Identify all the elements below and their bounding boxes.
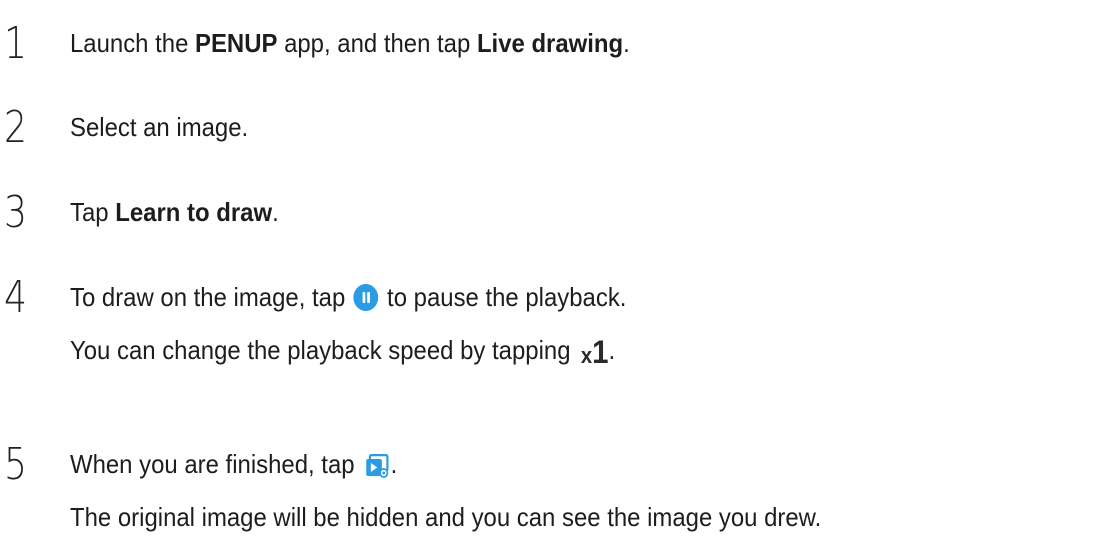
step-note: You can change the playback speed by tap…: [70, 334, 616, 370]
step-text: When you are finished, tap .: [70, 449, 398, 479]
step-number: 3: [4, 187, 27, 238]
playback-speed-x1-icon: x1: [580, 334, 609, 370]
menu-item-name: Live drawing: [476, 28, 624, 58]
step-number: 5: [4, 439, 27, 490]
step-number: 2: [4, 102, 27, 153]
step-number: 4: [4, 272, 27, 323]
option-name: Learn to draw: [115, 197, 273, 227]
pause-icon: [353, 284, 379, 311]
step-number: 1: [4, 18, 27, 69]
step-text: Tap Learn to draw.: [70, 197, 279, 227]
step-text: Select an image.: [70, 112, 249, 142]
step-text: Launch the PENUP app, and then tap Live …: [70, 28, 630, 58]
view-result-icon: [365, 454, 389, 478]
step-text: To draw on the image, tap to pause the p…: [70, 282, 627, 312]
app-name: PENUP: [195, 28, 278, 58]
step-note: The original image will be hidden and yo…: [70, 502, 822, 532]
